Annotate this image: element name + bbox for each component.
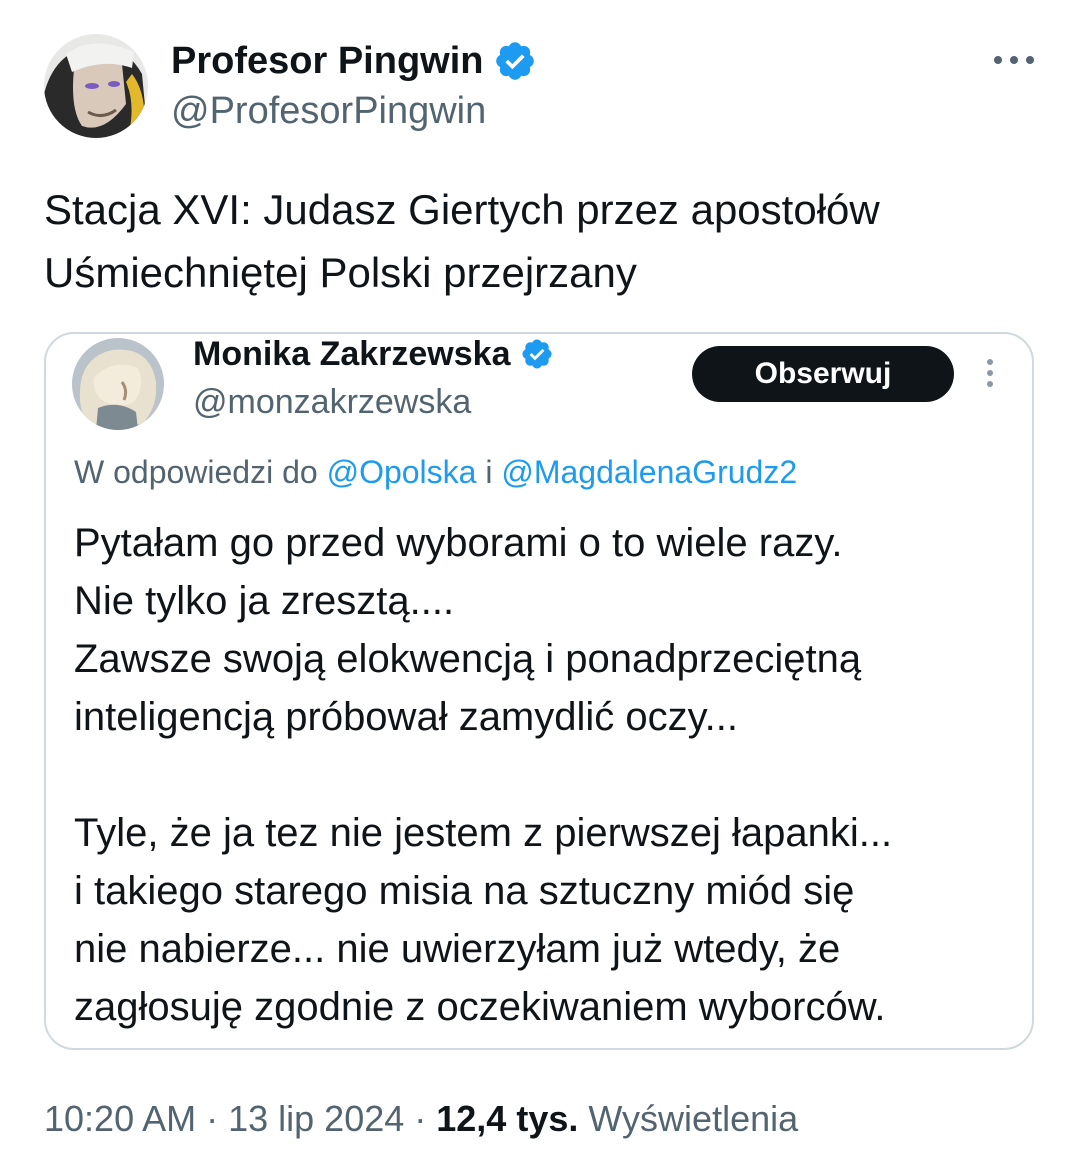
quoted-tweet-card[interactable]: Monika Zakrzewska @monzakrzewska Obserwu…: [44, 332, 1034, 1050]
tweet-time[interactable]: 10:20 AM: [44, 1098, 196, 1139]
tweet-text-line: Stacja XVI: Judasz Giertych przez aposto…: [44, 186, 880, 233]
verified-badge-icon: [493, 39, 537, 83]
reply-context: W odpowiedzi do @Opolska i @MagdalenaGru…: [74, 450, 797, 494]
author-handle[interactable]: @ProfesorPingwin: [171, 88, 486, 134]
quoted-author-handle[interactable]: @monzakrzewska: [193, 380, 471, 424]
tweet-meta: 10:20 AM · 13 lip 2024 · 12,4 tys. Wyświ…: [44, 1094, 798, 1144]
quoted-text-line: i takiego starego misia na sztuczny miód…: [74, 869, 855, 913]
tweet-text: Stacja XVI: Judasz Giertych przez aposto…: [44, 178, 1034, 304]
quoted-author-name-text: Monika Zakrzewska: [193, 335, 511, 373]
quoted-text-line: zagłosuję zgodnie z oczekiwaniem wyborcó…: [74, 985, 886, 1029]
quoted-text-line: Tyle, że ja tez nie jestem z pierwszej ł…: [74, 811, 893, 855]
quoted-text-line: Zawsze swoją elokwencją i ponadprzeciętn…: [74, 637, 862, 681]
quoted-text-line: Nie tylko ja zresztą....: [74, 579, 455, 623]
quoted-tweet-text: Pytałam go przed wyborami o to wiele raz…: [74, 514, 1024, 1036]
author-avatar[interactable]: [44, 34, 148, 138]
views-label: Wyświetlenia: [588, 1098, 799, 1139]
quoted-text-line: nie nabierze... nie uwierzyłam już wtedy…: [74, 927, 841, 971]
quoted-author-name[interactable]: Monika Zakrzewska: [193, 332, 554, 376]
tweet-text-line: Uśmiechniętej Polski przejrzany: [44, 249, 637, 296]
quoted-author-avatar[interactable]: [72, 338, 164, 430]
tweet-date[interactable]: 13 lip 2024: [228, 1098, 404, 1139]
more-options-icon[interactable]: [990, 46, 1038, 74]
reply-prefix: W odpowiedzi do: [74, 454, 327, 490]
quoted-text-line: inteligencją próbował zamydlić oczy...: [74, 695, 739, 739]
verified-badge-icon: [520, 337, 554, 371]
meta-separator: ·: [196, 1098, 229, 1139]
author-name-text: Profesor Pingwin: [171, 40, 484, 82]
reply-mention-opolska[interactable]: @Opolska: [327, 454, 477, 490]
views-count: 12,4 tys.: [436, 1098, 579, 1139]
follow-button[interactable]: Obserwuj: [692, 346, 954, 402]
reply-mention-magdalenagrudz2[interactable]: @MagdalenaGrudz2: [501, 454, 797, 490]
meta-separator: ·: [404, 1098, 437, 1139]
reply-joiner: i: [476, 454, 502, 490]
quoted-text-line: Pytałam go przed wyborami o to wiele raz…: [74, 521, 843, 565]
author-name[interactable]: Profesor Pingwin: [171, 38, 537, 84]
quoted-more-options-icon[interactable]: [978, 356, 1002, 390]
